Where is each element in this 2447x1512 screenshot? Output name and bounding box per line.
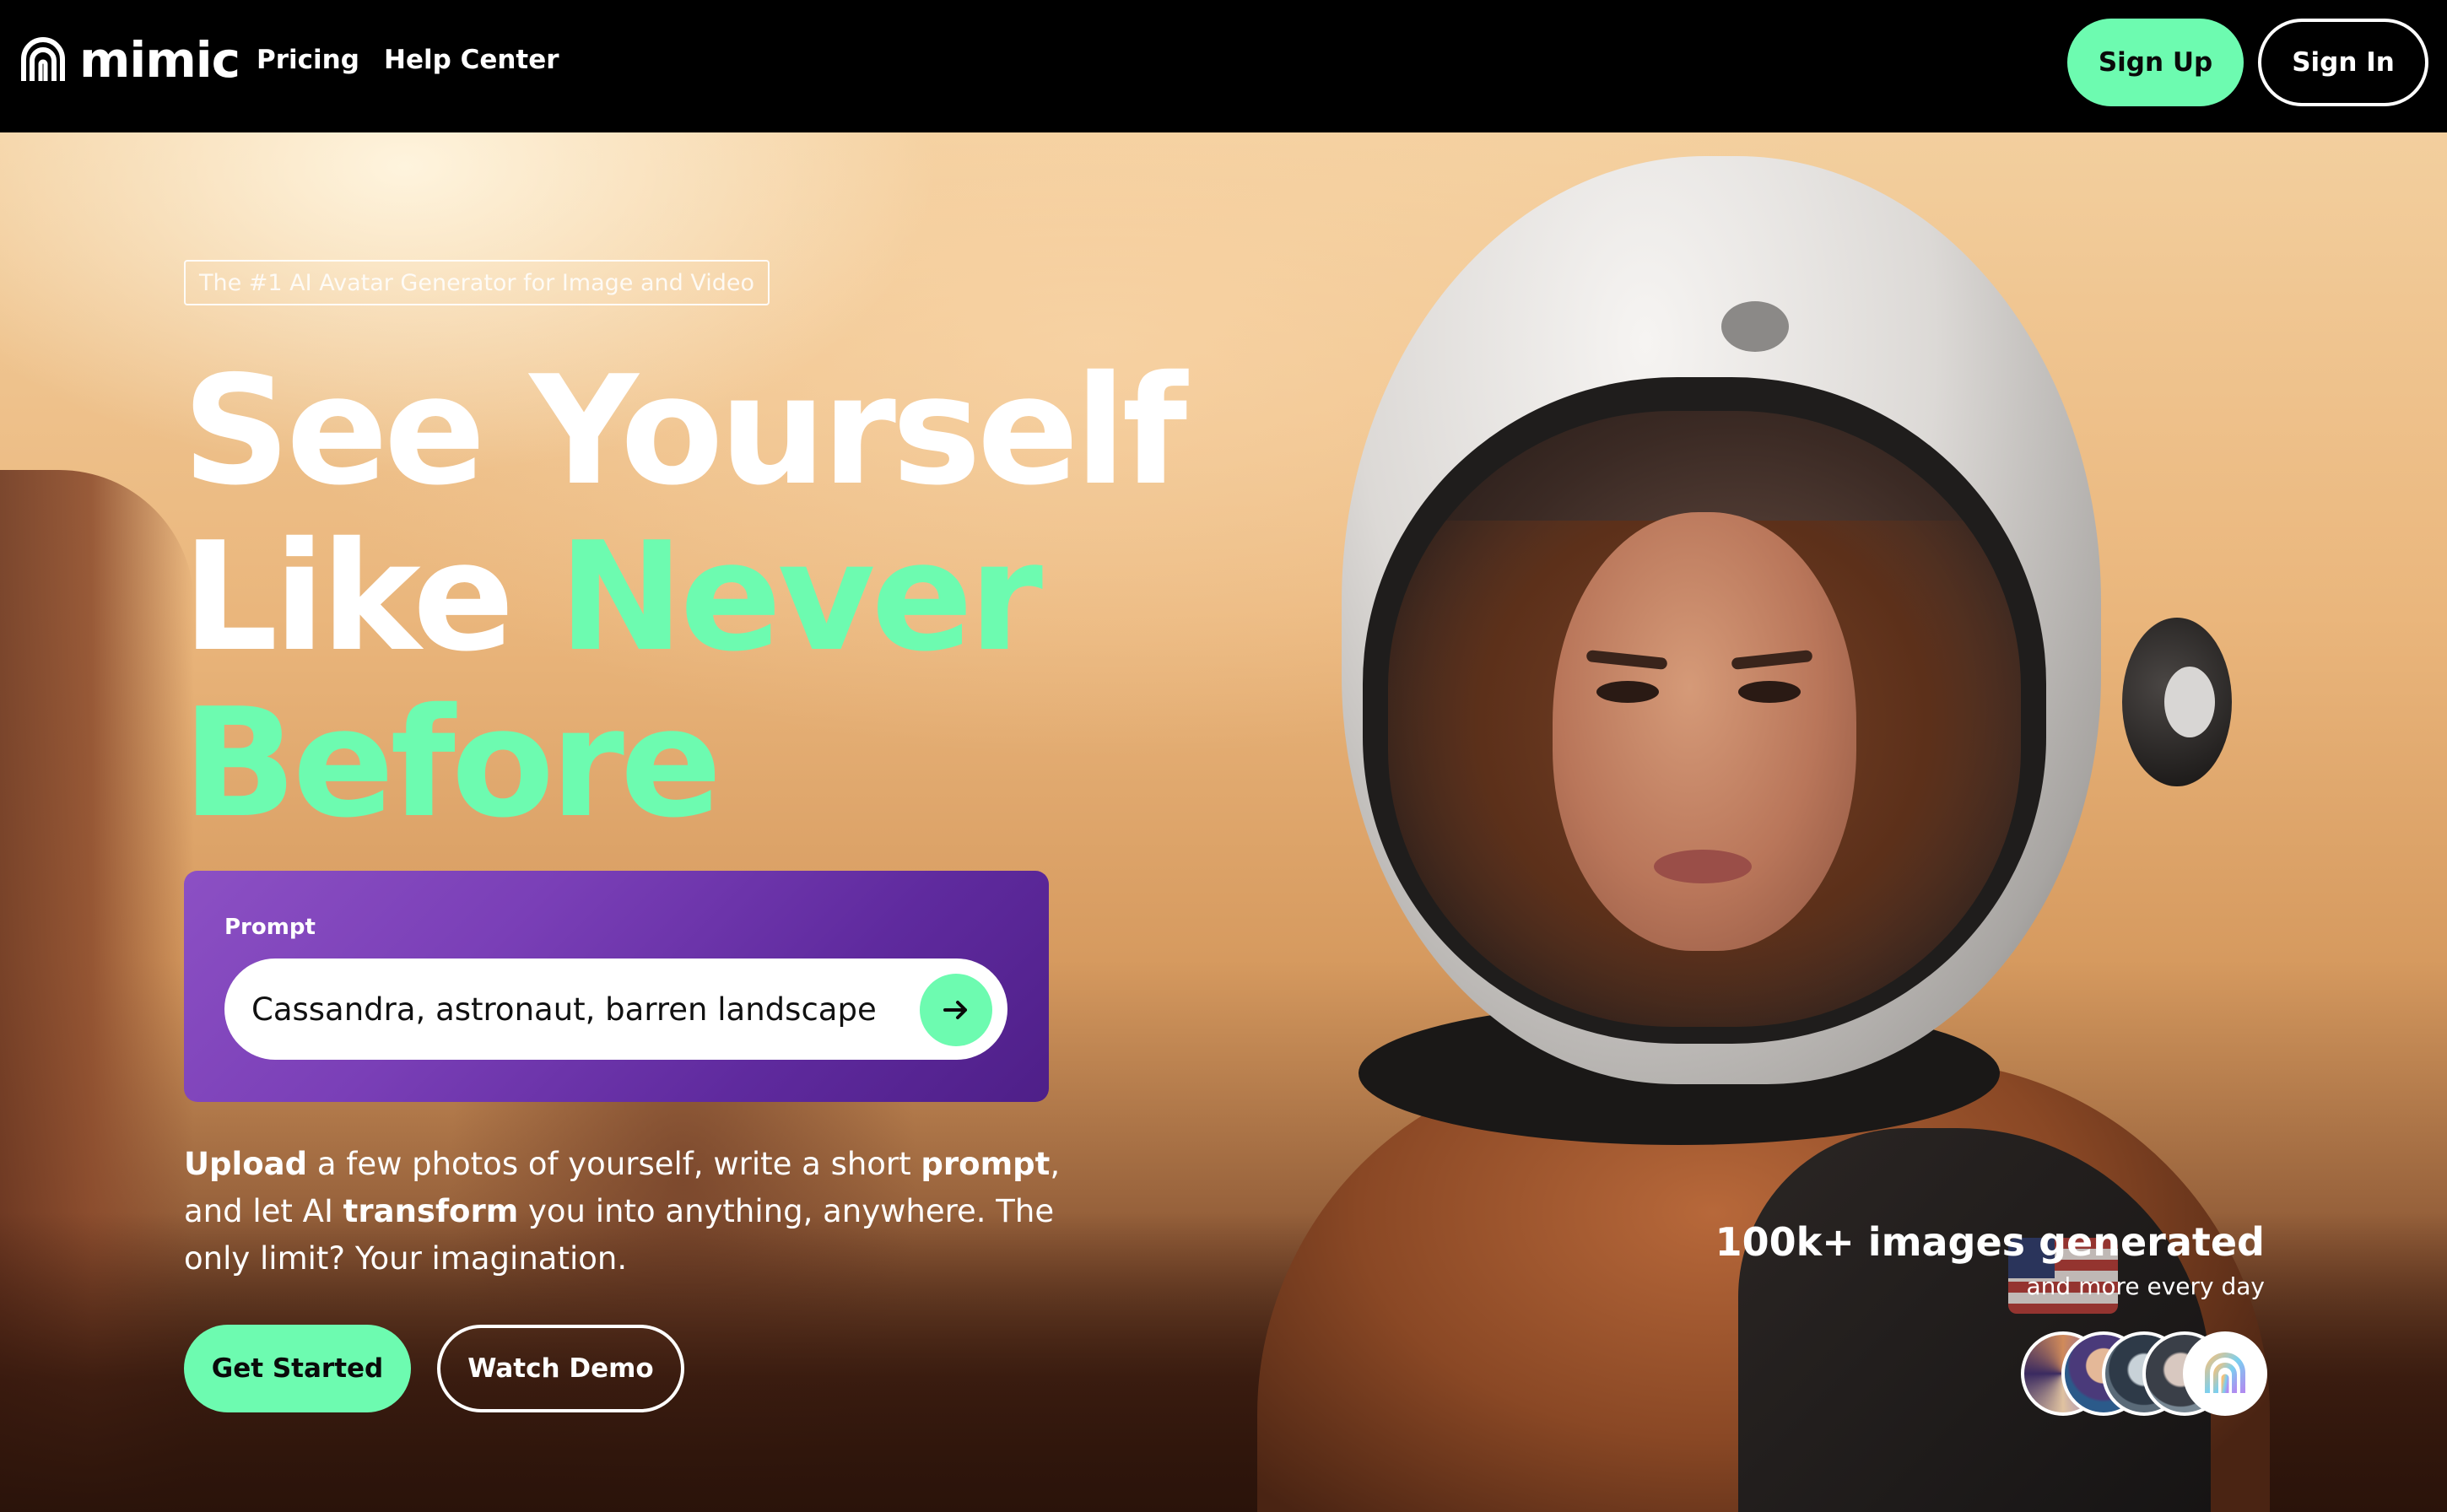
arrow-right-icon	[943, 1001, 967, 1019]
astronaut-image	[1198, 132, 2363, 1512]
helmet-vent	[1721, 301, 1789, 352]
prompt-input[interactable]: Cassandra, astronaut, barren landscape	[224, 958, 1007, 1060]
hero-headline: See Yourself Like Never Before	[182, 348, 1187, 846]
nav-link-help-center[interactable]: Help Center	[384, 47, 559, 73]
left-eye	[1596, 681, 1659, 703]
brand-name: mimic	[79, 31, 240, 89]
prompt-submit-button[interactable]	[920, 974, 992, 1046]
images-generated-stat: 100k+ images generated	[1715, 1219, 2265, 1265]
visor	[1388, 411, 2021, 1027]
sign-up-button[interactable]: Sign Up	[2067, 19, 2244, 106]
helmet-knob	[2122, 618, 2232, 786]
brand-logo[interactable]: mimic	[19, 35, 240, 84]
headline-line-3-accent: Before	[182, 676, 722, 850]
right-eyebrow	[1731, 650, 1813, 670]
avatar-brand	[2183, 1331, 2267, 1416]
avatar-stack	[2021, 1331, 2267, 1416]
mimic-logo-icon	[2205, 1353, 2245, 1393]
left-eyebrow	[1585, 650, 1668, 670]
top-nav: mimic Pricing Help Center Sign Up Sign I…	[0, 0, 2447, 132]
prompt-card: Prompt Cassandra, astronaut, barren land…	[184, 871, 1049, 1102]
desc-emphasis-upload: Upload	[184, 1146, 308, 1182]
prompt-label: Prompt	[224, 915, 316, 940]
desc-text: a few photos of yourself, write a short	[307, 1146, 921, 1182]
lips	[1654, 850, 1752, 883]
right-eye	[1738, 681, 1801, 703]
headline-line-1: See Yourself	[182, 343, 1187, 518]
tagline-badge: The #1 AI Avatar Generator for Image and…	[184, 260, 770, 305]
sign-in-button[interactable]: Sign In	[2258, 19, 2428, 106]
face	[1553, 512, 1856, 951]
desc-emphasis-transform: transform	[343, 1193, 519, 1229]
mimic-logo-icon	[21, 37, 65, 81]
get-started-button[interactable]: Get Started	[184, 1325, 411, 1412]
hero-description: Upload a few photos of yourself, write a…	[184, 1141, 1078, 1282]
prompt-value[interactable]: Cassandra, astronaut, barren landscape	[251, 991, 877, 1028]
headline-line-2-accent: Never	[558, 510, 1043, 684]
images-generated-subline: and more every day	[2026, 1272, 2265, 1300]
headline-line-2-white: Like	[182, 510, 559, 684]
nav-link-pricing[interactable]: Pricing	[257, 47, 359, 73]
desc-emphasis-prompt: prompt	[921, 1146, 1051, 1182]
watch-demo-button[interactable]: Watch Demo	[437, 1325, 684, 1412]
